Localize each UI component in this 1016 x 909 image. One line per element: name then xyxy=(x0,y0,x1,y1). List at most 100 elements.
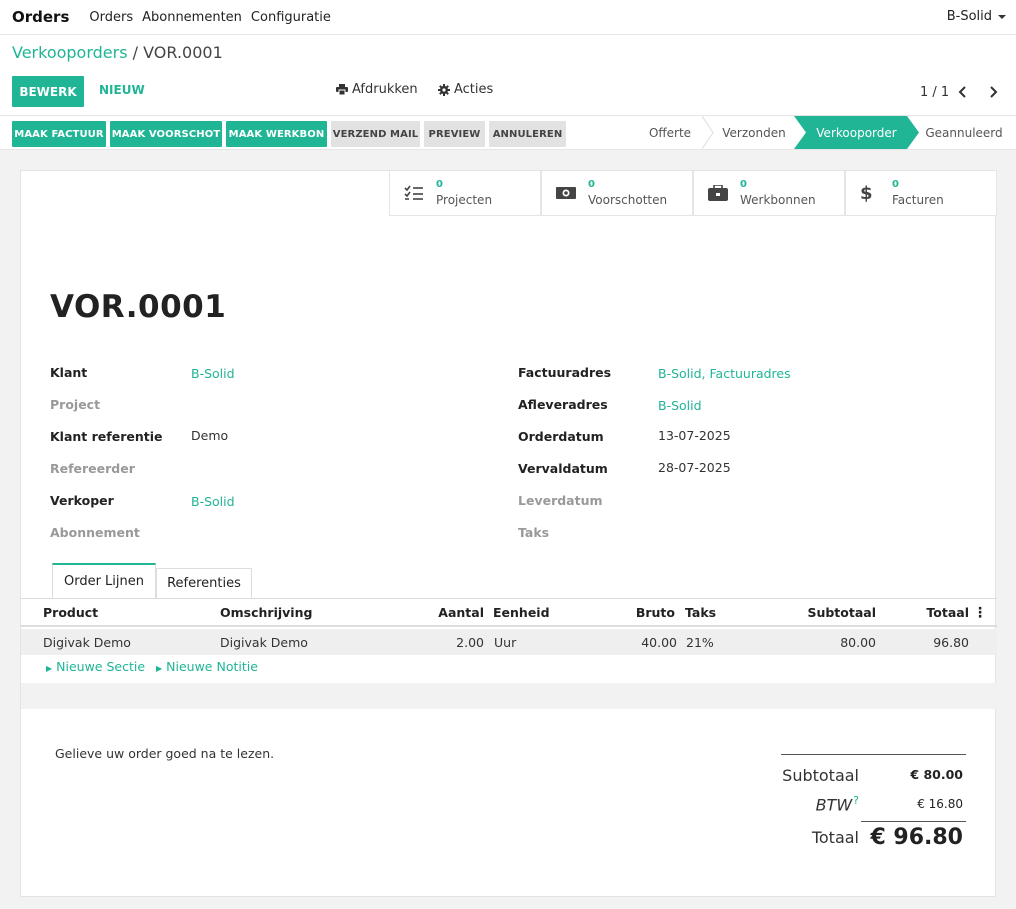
field-label-factuuradres: Factuuradres xyxy=(518,365,612,380)
menu-abonnementen[interactable]: Abonnementen xyxy=(142,10,242,25)
workorders-count: 0 xyxy=(740,179,747,190)
pager-value[interactable]: 1 / 1 xyxy=(920,85,949,100)
company-switcher[interactable]: B-Solid xyxy=(947,9,1006,24)
order-lines-header: Product Omschrijving Aantal Eenheid Brut… xyxy=(21,599,997,627)
briefcase-icon xyxy=(708,185,728,201)
caret-right-icon: ▶ xyxy=(46,664,53,673)
field-value-verkoper[interactable]: B-Solid xyxy=(191,494,235,509)
field-value-factuuradres[interactable]: B-Solid, Factuuradres xyxy=(658,366,791,381)
smart-button-projects[interactable]: 0 Projecten xyxy=(389,171,541,216)
breadcrumb: Verkooporders / VOR.0001 xyxy=(12,43,223,62)
cell-tax[interactable]: 21% xyxy=(686,635,714,650)
tab-order-lines[interactable]: Order Lijnen xyxy=(52,563,156,598)
new-button[interactable]: NIEUW xyxy=(99,83,145,97)
edit-button[interactable]: BEWERK xyxy=(12,76,84,107)
subtotal-label: Subtotaal xyxy=(782,766,859,785)
cell-product[interactable]: Digivak Demo xyxy=(43,635,131,650)
stage-verzonden[interactable]: Verzonden xyxy=(712,116,796,149)
caret-down-icon xyxy=(998,14,1006,19)
caret-right-icon: ▶ xyxy=(156,664,163,673)
cell-quantity: 2.00 xyxy=(456,635,484,650)
add-section-link[interactable]: ▶ Nieuwe Sectie xyxy=(46,659,145,674)
advances-count: 0 xyxy=(588,179,595,190)
pager-previous-button[interactable] xyxy=(958,85,968,103)
invoices-label: Facturen xyxy=(892,193,944,207)
make-advance-button[interactable]: MAAK VOORSCHOT xyxy=(110,121,222,147)
tasks-icon xyxy=(404,185,423,200)
print-label: Afdrukken xyxy=(352,82,418,97)
chevron-left-icon xyxy=(958,86,966,98)
column-gross[interactable]: Bruto xyxy=(636,605,675,620)
field-value-klant-referentie[interactable]: Demo xyxy=(191,428,228,443)
totals-top-line xyxy=(781,754,966,755)
table-row[interactable]: Digivak Demo Digivak Demo 2.00 Uur 40.00… xyxy=(21,629,997,655)
form-sheet: 0 Projecten 0 Voorschotten 0 Werkbonnen … xyxy=(20,170,997,897)
stage-offerte[interactable]: Offerte xyxy=(637,116,703,149)
smart-button-invoices[interactable]: $ 0 Facturen xyxy=(845,171,997,216)
invoices-count: 0 xyxy=(892,179,899,190)
field-value-vervaldatum[interactable]: 28-07-2025 xyxy=(658,460,731,475)
print-button[interactable]: Afdrukken xyxy=(336,82,418,97)
column-description[interactable]: Omschrijving xyxy=(220,605,312,620)
tab-references[interactable]: Referenties xyxy=(156,568,252,598)
gear-icon xyxy=(438,83,450,96)
field-value-klant[interactable]: B-Solid xyxy=(191,366,235,381)
field-label-klant-referentie: Klant referentie xyxy=(50,429,163,444)
column-total[interactable]: Totaal xyxy=(926,605,969,620)
smart-button-advances[interactable]: 0 Voorschotten xyxy=(541,171,693,216)
add-note-label: Nieuwe Notitie xyxy=(166,659,258,674)
workorders-label: Werkbonnen xyxy=(740,193,816,207)
total-value: € 96.80 xyxy=(870,825,963,850)
make-invoice-button[interactable]: MAAK FACTUUR xyxy=(12,121,106,147)
cell-unit[interactable]: Uur xyxy=(494,635,516,650)
tax-help-icon[interactable]: ? xyxy=(853,794,859,807)
column-quantity[interactable]: Aantal xyxy=(438,605,484,620)
actions-label: Acties xyxy=(454,82,494,97)
column-unit[interactable]: Eenheid xyxy=(493,605,550,620)
breadcrumb-parent[interactable]: Verkooporders xyxy=(12,43,128,62)
projects-count: 0 xyxy=(436,179,443,190)
advances-label: Voorschotten xyxy=(588,193,668,207)
column-product[interactable]: Product xyxy=(43,605,98,620)
menu-configuratie[interactable]: Configuratie xyxy=(251,10,331,25)
column-options-icon[interactable]: ⋮ xyxy=(973,605,987,621)
status-bar: MAAK FACTUUR MAAK VOORSCHOT MAAK WERKBON… xyxy=(0,115,1016,150)
field-label-taks: Taks xyxy=(518,525,550,540)
column-subtotal[interactable]: Subtotaal xyxy=(807,605,876,620)
tax-label: BTW xyxy=(815,795,853,815)
field-label-leverdatum: Leverdatum xyxy=(518,493,603,508)
field-label-orderdatum: Orderdatum xyxy=(518,429,604,444)
field-value-orderdatum[interactable]: 13-07-2025 xyxy=(658,428,731,443)
menu-orders[interactable]: Orders xyxy=(89,10,133,25)
table-footer-band xyxy=(21,683,997,709)
stage-verkooporder[interactable]: Verkooporder xyxy=(794,116,919,149)
field-label-refereerder: Refereerder xyxy=(50,461,135,476)
top-navbar: Orders Orders Abonnementen Configuratie … xyxy=(0,0,1016,35)
company-name: B-Solid xyxy=(946,9,992,24)
dollar-icon: $ xyxy=(860,182,873,204)
breadcrumb-separator: / xyxy=(132,43,139,62)
cell-gross: 40.00 xyxy=(641,635,677,650)
totals-bottom-line xyxy=(861,821,966,822)
pager-next-button[interactable] xyxy=(988,85,998,103)
column-tax[interactable]: Taks xyxy=(685,605,716,620)
smart-button-workorders[interactable]: 0 Werkbonnen xyxy=(693,171,845,216)
field-label-afleveradres: Afleveradres xyxy=(518,397,608,412)
subtotal-value: € 80.00 xyxy=(910,767,963,782)
add-note-link[interactable]: ▶ Nieuwe Notitie xyxy=(156,659,258,674)
field-label-vervaldatum: Vervaldatum xyxy=(518,461,608,476)
preview-button[interactable]: PREVIEW xyxy=(424,121,485,147)
cell-subtotal: 80.00 xyxy=(840,635,876,650)
send-mail-button[interactable]: VERZEND MAIL xyxy=(331,121,420,147)
record-title: VOR.0001 xyxy=(50,289,227,325)
app-brand[interactable]: Orders xyxy=(12,8,69,26)
actions-button[interactable]: Acties xyxy=(438,82,493,97)
cancel-button[interactable]: ANNULEREN xyxy=(489,121,566,147)
stage-geannuleerd[interactable]: Geannuleerd xyxy=(919,116,1009,149)
projects-label: Projecten xyxy=(436,193,493,207)
field-value-afleveradres[interactable]: B-Solid xyxy=(658,398,702,413)
make-workorder-button[interactable]: MAAK WERKBON xyxy=(226,121,327,147)
tax-label-wrap: BTW? xyxy=(816,794,859,814)
field-label-verkoper: Verkoper xyxy=(50,493,114,508)
order-note[interactable]: Gelieve uw order goed na te lezen. xyxy=(55,746,274,761)
